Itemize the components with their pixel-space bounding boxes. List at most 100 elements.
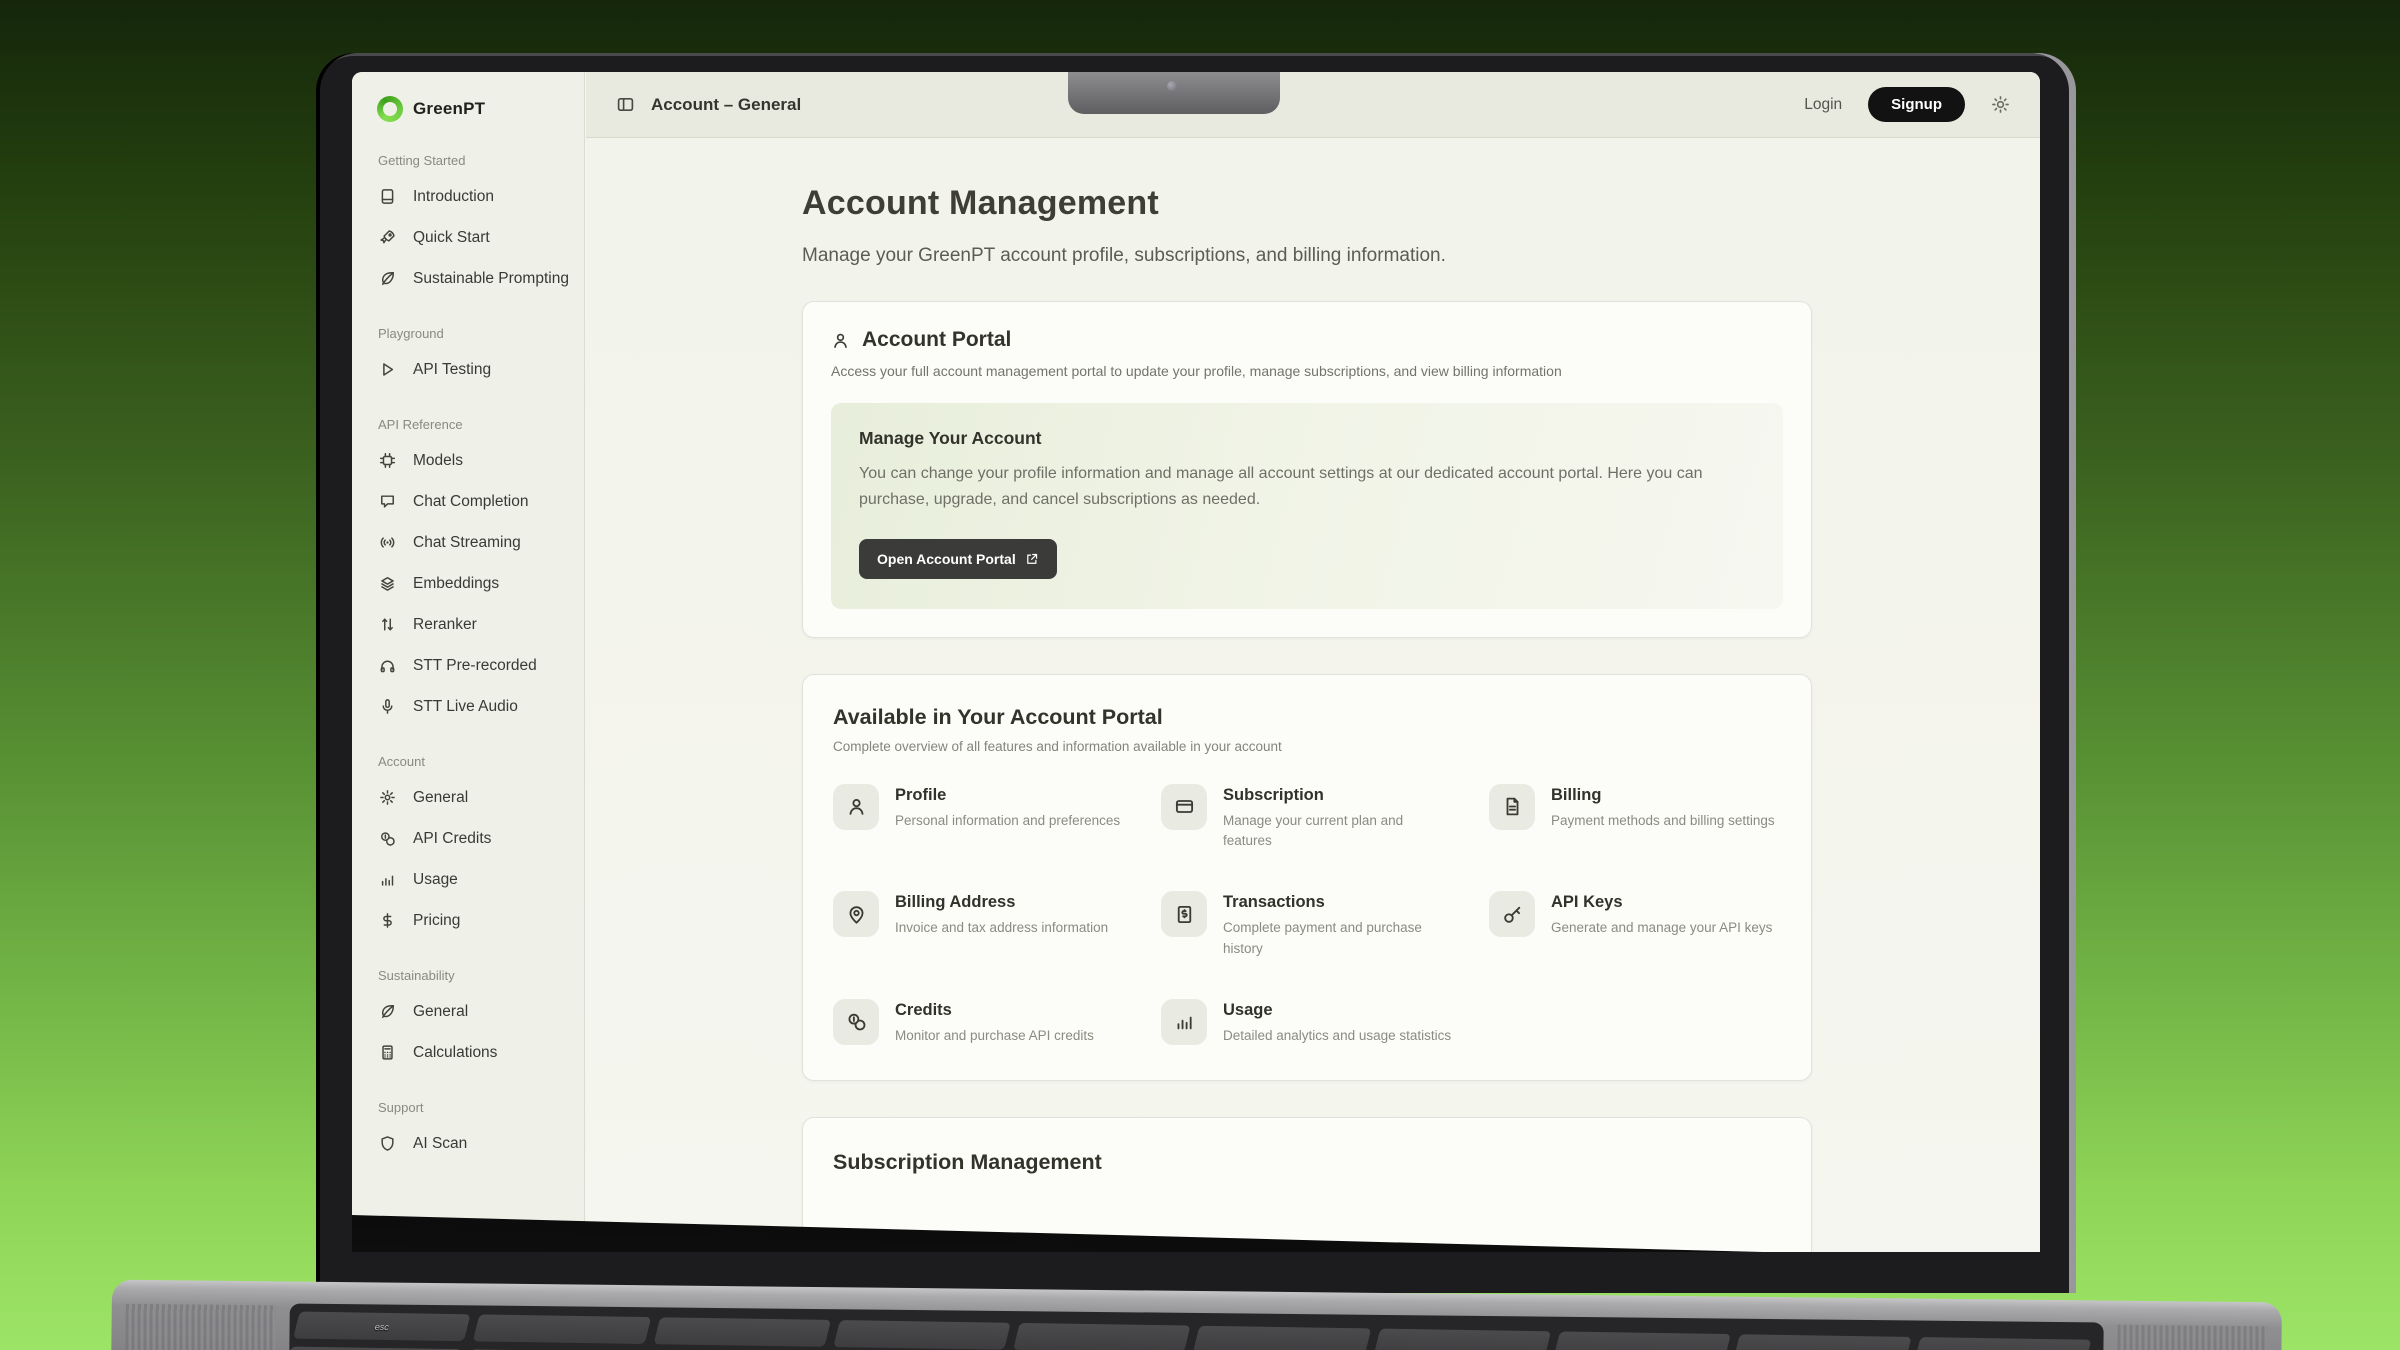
theme-toggle-sun-icon[interactable]: [1991, 95, 2010, 114]
brand-name: GreenPT: [413, 99, 485, 119]
feature-title: Usage: [1223, 1001, 1451, 1020]
sidebar-item-chat-completion[interactable]: Chat Completion: [352, 481, 584, 522]
feature-title: Profile: [895, 786, 1120, 805]
gear-icon: [379, 789, 396, 806]
sidebar-section-sustainability: SustainabilityGeneralCalculations: [352, 968, 584, 1073]
open-account-portal-button[interactable]: Open Account Portal: [859, 539, 1057, 579]
sidebar-toggle-icon[interactable]: [616, 95, 635, 114]
chip-icon: [379, 452, 396, 469]
rocket-icon: [379, 229, 396, 246]
account-portal-title: Account Portal: [862, 328, 1011, 352]
keyboard-key: [473, 1314, 651, 1344]
sidebar-item-api-credits[interactable]: API Credits: [352, 818, 584, 859]
feature-description: Complete payment and purchase history: [1223, 918, 1453, 959]
feature-title: Billing Address: [895, 893, 1108, 912]
feature-title: Subscription: [1223, 786, 1453, 805]
feature-credits: CreditsMonitor and purchase API credits: [833, 999, 1125, 1046]
brand-logo-row[interactable]: GreenPT: [352, 92, 584, 126]
page-breadcrumb-title: Account – General: [651, 95, 801, 115]
page-title: Account Management: [802, 184, 2040, 223]
keyboard-key: [1013, 1323, 1191, 1350]
keyboard-key: [1193, 1326, 1371, 1350]
sidebar-item-api-testing[interactable]: API Testing: [352, 349, 584, 390]
sidebar-item-label: API Testing: [413, 361, 491, 379]
sidebar-item-label: STT Live Audio: [413, 698, 518, 716]
feature-transactions: TransactionsComplete payment and purchas…: [1161, 891, 1453, 959]
portal-features-card: Available in Your Account Portal Complet…: [802, 674, 1812, 1081]
sidebar-item-label: STT Pre-recorded: [413, 657, 537, 675]
sidebar-item-label: General: [413, 789, 468, 807]
camera-notch: [1068, 72, 1280, 114]
coins-icon: [833, 999, 879, 1045]
sidebar-item-chat-streaming[interactable]: Chat Streaming: [352, 522, 584, 563]
sidebar-item-label: Quick Start: [413, 229, 490, 247]
receipt-icon: [1161, 891, 1207, 937]
sidebar-item-usage[interactable]: Usage: [352, 859, 584, 900]
sidebar-item-stt-live-audio[interactable]: STT Live Audio: [352, 686, 584, 727]
feature-title: API Keys: [1551, 893, 1772, 912]
keyboard-key: [1734, 1334, 1912, 1350]
laptop-screen: GreenPT Getting Started Introduction Quick…: [352, 72, 2040, 1252]
bar-chart-icon: [379, 871, 396, 888]
feature-description: Invoice and tax address information: [895, 918, 1108, 938]
sidebar-item-label: General: [413, 1003, 468, 1021]
sidebar-section-playground: Playground API Testing: [352, 326, 584, 390]
external-link-icon: [1025, 552, 1039, 566]
sidebar-item-embeddings[interactable]: Embeddings: [352, 563, 584, 604]
sidebar-section-getting-started: Getting Started Introduction Quick Start Su…: [352, 153, 584, 299]
dollar-icon: [379, 912, 396, 929]
sidebar-section-label: Playground: [352, 326, 584, 341]
sidebar-item-introduction[interactable]: Introduction: [352, 176, 584, 217]
leaf-icon: [379, 270, 396, 287]
feature-description: Payment methods and billing settings: [1551, 811, 1775, 831]
manage-account-title: Manage Your Account: [859, 428, 1755, 449]
feature-billing: BillingPayment methods and billing setti…: [1489, 784, 1781, 852]
login-link[interactable]: Login: [1804, 96, 1842, 114]
desktop-background: GreenPT Getting Started Introduction Quick…: [0, 0, 2400, 1350]
keyboard-key: [1553, 1331, 1731, 1350]
sidebar-item-pricing[interactable]: Pricing: [352, 900, 584, 941]
feature-billing-address: Billing Address Invoice and tax address i…: [833, 891, 1125, 959]
mic-icon: [379, 698, 396, 715]
speaker-grille-left: [125, 1304, 276, 1350]
keyboard-key-esc: esc: [293, 1312, 471, 1342]
play-icon: [379, 361, 396, 378]
sidebar-item-general[interactable]: General: [352, 777, 584, 818]
sidebar-item-label: API Credits: [413, 830, 491, 848]
bar-chart-icon: [1161, 999, 1207, 1045]
sidebar: GreenPT Getting Started Introduction Quick…: [352, 72, 585, 1252]
coins-icon: [379, 830, 396, 847]
sidebar-item-label: Usage: [413, 871, 458, 889]
keyboard-key: [653, 1317, 831, 1347]
features-card-subtitle: Complete overview of all features and in…: [833, 739, 1781, 754]
sidebar-item-reranker[interactable]: Reranker: [352, 604, 584, 645]
feature-description: Generate and manage your API keys: [1551, 918, 1772, 938]
sidebar-item-ai-scan[interactable]: AI Scan: [352, 1123, 584, 1164]
sidebar-item-quick-start[interactable]: Quick Start: [352, 217, 584, 258]
layers-icon: [379, 575, 396, 592]
leaf-icon: [379, 1003, 396, 1020]
sidebar-sections: Getting Started Introduction Quick Start Su…: [352, 153, 584, 1164]
feature-description: Personal information and preferences: [895, 811, 1120, 831]
greenpt-logo-icon: [377, 96, 403, 122]
feature-profile: Profile Personal information and preferen…: [833, 784, 1125, 852]
sidebar-item-calculations[interactable]: Calculations: [352, 1032, 584, 1073]
laptop-frame: GreenPT Getting Started Introduction Quick…: [316, 53, 2076, 1293]
speaker-grille-right: [2117, 1325, 2268, 1350]
account-portal-description: Access your full account management port…: [831, 363, 1783, 379]
map-pin-icon: [833, 891, 879, 937]
sidebar-item-general[interactable]: General: [352, 991, 584, 1032]
sidebar-item-stt-pre-recorded[interactable]: STT Pre-recorded: [352, 645, 584, 686]
keyboard-key: [1914, 1337, 2092, 1350]
headphones-icon: [379, 657, 396, 674]
sidebar-item-models[interactable]: Models: [352, 440, 584, 481]
book-icon: [379, 188, 396, 205]
sidebar-section-label: Getting Started: [352, 153, 584, 168]
signup-button[interactable]: Signup: [1868, 87, 1965, 122]
sidebar-item-sustainable-prompting[interactable]: Sustainable Prompting: [352, 258, 584, 299]
sidebar-item-label: Chat Streaming: [413, 534, 521, 552]
sidebar-section-label: Account: [352, 754, 584, 769]
sidebar-section-api-reference: API ReferenceModelsChat CompletionChat S…: [352, 417, 584, 727]
keyboard-row: esc: [293, 1312, 2091, 1350]
manage-account-box: Manage Your Account You can change your …: [831, 403, 1783, 609]
